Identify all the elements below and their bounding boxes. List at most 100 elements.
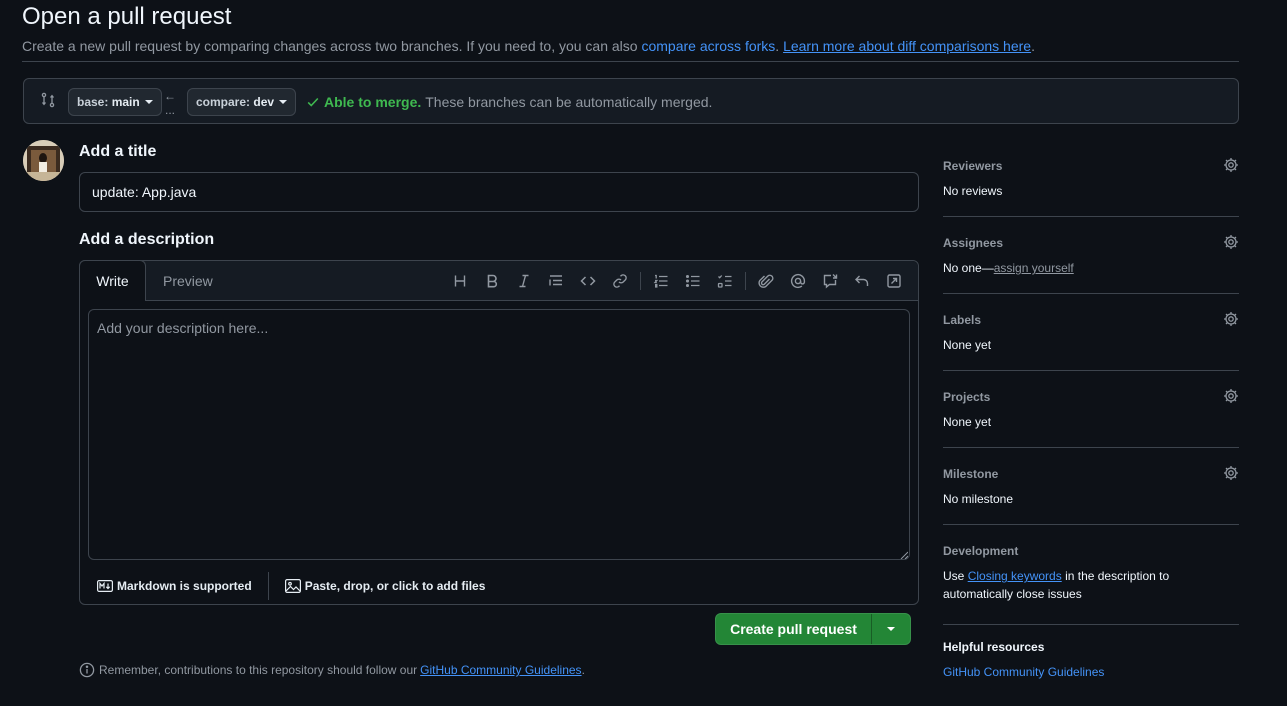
- sidebar-assignees: Assignees No one—assign yourself: [943, 217, 1239, 294]
- chevron-down-icon: [887, 627, 895, 631]
- assignees-value: No one—: [943, 261, 994, 275]
- gear-icon[interactable]: [1223, 311, 1239, 327]
- sidebar-development: Development Use Closing keywords in the …: [943, 525, 1239, 625]
- ellipsis-glyph: ...: [164, 103, 175, 117]
- assign-yourself-link[interactable]: assign yourself: [994, 261, 1074, 275]
- title-label: Add a title: [79, 143, 157, 160]
- markdown-icon: [97, 580, 117, 592]
- create-pull-request-button[interactable]: Create pull request: [716, 614, 871, 644]
- branch-compare-bar: base: main ← ... compare: dev Able to me…: [23, 78, 1239, 124]
- closing-keywords-link[interactable]: Closing keywords: [968, 569, 1062, 583]
- subtitle-text: Create a new pull request by comparing c…: [22, 38, 642, 54]
- tab-write[interactable]: Write: [79, 260, 146, 301]
- undo-icon[interactable]: [846, 269, 878, 293]
- milestone-label[interactable]: Milestone: [943, 467, 1239, 481]
- fullscreen-icon[interactable]: [878, 269, 910, 293]
- merge-detail-text: These branches can be automatically merg…: [425, 94, 713, 110]
- sidebar-milestone: Milestone No milestone: [943, 448, 1239, 525]
- quote-icon[interactable]: [540, 269, 572, 293]
- create-pull-request-group: Create pull request: [715, 613, 911, 645]
- helpful-resources-label: Helpful resources: [943, 640, 1045, 654]
- subtitle-separator: .: [775, 38, 780, 54]
- check-icon: [306, 95, 320, 109]
- git-compare-icon: [40, 92, 56, 108]
- projects-label[interactable]: Projects: [943, 390, 1239, 404]
- sidebar-reviewers: Reviewers No reviews: [943, 140, 1239, 217]
- merge-status: Able to merge. These branches can be aut…: [306, 94, 712, 110]
- markdown-supported-link[interactable]: Markdown is supported: [97, 579, 252, 593]
- guidelines-note: Remember, contributions to this reposito…: [79, 662, 585, 678]
- chevron-down-icon: [144, 100, 153, 104]
- page-title: Open a pull request: [22, 3, 232, 30]
- task-list-icon[interactable]: [709, 269, 741, 293]
- info-icon: [79, 662, 99, 678]
- milestone-value: No milestone: [943, 492, 1014, 506]
- arrow-glyph: ←: [164, 89, 176, 103]
- arrow-left-icon: ← ...: [164, 89, 176, 117]
- compare-branch-name: dev: [253, 95, 275, 109]
- gear-icon[interactable]: [1223, 388, 1239, 404]
- labels-label[interactable]: Labels: [943, 313, 1239, 327]
- footer-divider: [267, 572, 269, 600]
- add-files-button[interactable]: Paste, drop, or click to add files: [284, 579, 486, 593]
- description-editor: Write Preview Add your description here.…: [79, 260, 919, 605]
- development-text-before: Use: [943, 569, 968, 583]
- compare-forks-link[interactable]: compare across forks: [641, 38, 775, 54]
- base-branch-name: main: [111, 95, 140, 109]
- markdown-note: Markdown is supported: [117, 579, 252, 593]
- sidebar-projects: Projects None yet: [943, 371, 1239, 448]
- toolbar-divider: [640, 272, 641, 290]
- attach-icon[interactable]: [750, 269, 782, 293]
- page-header: Open a pull request Create a new pull re…: [22, 4, 1239, 55]
- development-text: Use Closing keywords in the description …: [943, 567, 1183, 603]
- sidebar: Reviewers No reviews Assignees No one—as…: [943, 140, 1239, 681]
- bold-icon[interactable]: [476, 269, 508, 293]
- description-textarea[interactable]: [88, 309, 910, 560]
- gear-icon[interactable]: [1223, 465, 1239, 481]
- compare-prefix: compare:: [196, 95, 251, 109]
- avatar: [23, 140, 64, 181]
- tab-preview[interactable]: Preview: [163, 261, 213, 301]
- markdown-toolbar: [444, 269, 910, 293]
- reference-icon[interactable]: [814, 269, 846, 293]
- mention-icon[interactable]: [782, 269, 814, 293]
- base-branch-select[interactable]: base: main: [68, 88, 162, 116]
- ordered-list-icon[interactable]: [645, 269, 677, 293]
- heading-icon[interactable]: [444, 269, 476, 293]
- assignees-label[interactable]: Assignees: [943, 236, 1239, 250]
- italic-icon[interactable]: [508, 269, 540, 293]
- learn-more-link[interactable]: Learn more about diff comparisons here: [783, 38, 1031, 54]
- community-guidelines-sidebar-link[interactable]: GitHub Community Guidelines: [943, 665, 1104, 679]
- subtitle-end: .: [1031, 38, 1035, 54]
- merge-ok-text: Able to merge.: [324, 94, 422, 110]
- editor-footer: Markdown is supported Paste, drop, or cl…: [80, 567, 918, 605]
- community-guidelines-link[interactable]: GitHub Community Guidelines: [420, 663, 581, 677]
- helpful-resources-row: GitHub Community Guidelines: [943, 663, 1239, 681]
- compare-branch-select[interactable]: compare: dev: [187, 88, 297, 116]
- code-icon[interactable]: [572, 269, 604, 293]
- assignees-value-row: No one—assign yourself: [943, 259, 1239, 277]
- projects-value: None yet: [943, 415, 992, 429]
- editor-header: Write Preview: [79, 260, 918, 301]
- chevron-down-icon: [279, 100, 288, 104]
- unordered-list-icon[interactable]: [677, 269, 709, 293]
- link-icon[interactable]: [604, 269, 636, 293]
- labels-value: None yet: [943, 338, 992, 352]
- remember-text: Remember, contributions to this reposito…: [99, 663, 418, 677]
- remember-end: .: [581, 663, 585, 677]
- reviewers-label[interactable]: Reviewers: [943, 159, 1239, 173]
- reviewers-value: No reviews: [943, 184, 1003, 198]
- header-divider: [22, 61, 1239, 62]
- gear-icon[interactable]: [1223, 157, 1239, 173]
- page-subtitle: Create a new pull request by comparing c…: [22, 37, 1239, 55]
- gear-icon[interactable]: [1223, 234, 1239, 250]
- resize-handle-icon[interactable]: [900, 551, 908, 559]
- description-label: Add a description: [79, 231, 215, 248]
- base-prefix: base:: [77, 95, 109, 109]
- files-note: Paste, drop, or click to add files: [304, 579, 486, 593]
- image-icon: [284, 579, 305, 593]
- create-options-dropdown[interactable]: [872, 614, 910, 644]
- title-input[interactable]: [79, 172, 919, 212]
- development-label: Development: [943, 544, 1019, 558]
- sidebar-helpful-resources: Helpful resources GitHub Community Guide…: [943, 625, 1239, 681]
